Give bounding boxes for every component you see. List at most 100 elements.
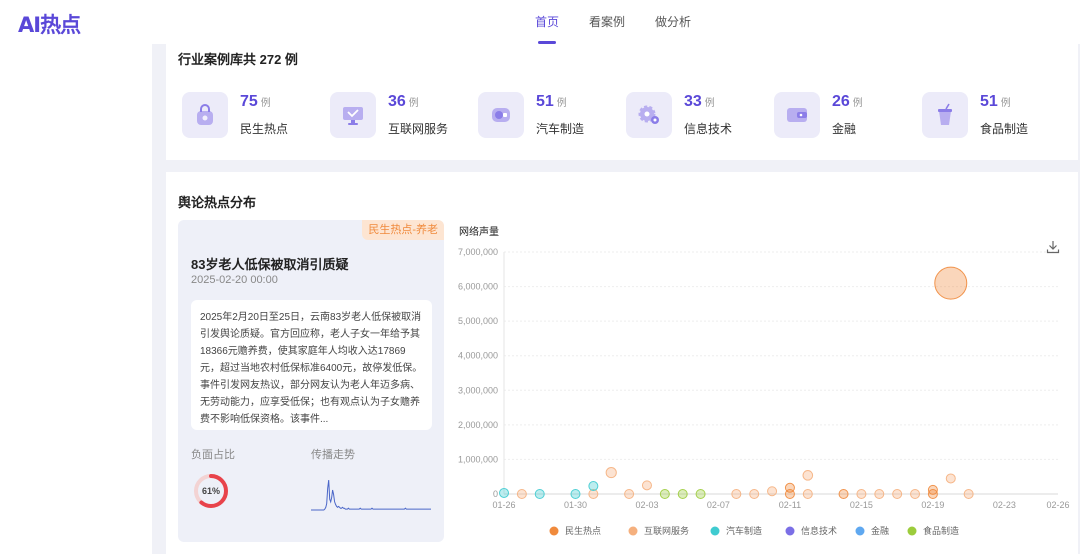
- data-point: [731, 489, 742, 499]
- industry-unit: 例: [260, 98, 271, 109]
- nav-cases[interactable]: 看案例: [574, 0, 640, 44]
- industry-name: 互联网服务: [388, 122, 449, 136]
- event-title: 83岁老人低保被取消引质疑: [191, 257, 349, 272]
- y-tick-label: 6,000,000: [458, 282, 498, 292]
- y-axis-label: 网络声量: [459, 227, 499, 238]
- top-bar: AI热点 首页 看案例 做分析: [0, 0, 1080, 44]
- monitor-icon: [330, 92, 376, 138]
- x-tick-label: 01-26: [492, 500, 515, 510]
- legend-label: 金融: [871, 525, 889, 536]
- data-point: [874, 489, 885, 499]
- data-point: [641, 480, 652, 491]
- y-tick-label: 0: [493, 489, 498, 499]
- x-tick-label: 02-07: [707, 500, 730, 510]
- industry-list: 75例 民生热点 36例 互联网服务 51例 汽车制造 33例 信息技术: [182, 92, 1072, 142]
- data-point: [534, 489, 545, 499]
- legend-marker: [855, 526, 865, 536]
- data-point: [910, 489, 921, 499]
- x-tick-label: 02-26: [1046, 500, 1069, 510]
- category-tag: 民生热点-养老: [362, 220, 444, 240]
- legend-marker: [710, 526, 720, 536]
- industry-name: 食品制造: [980, 122, 1029, 136]
- industry-count: 75: [240, 93, 258, 110]
- data-point: [802, 470, 814, 481]
- industry-name: 金融: [832, 122, 857, 136]
- industry-item-internet[interactable]: 36 例 互联网服务: [330, 92, 470, 142]
- data-point: [963, 489, 974, 499]
- y-tick-label: 1,000,000: [458, 454, 498, 464]
- data-point: [659, 489, 670, 499]
- y-tick-label: 2,000,000: [458, 420, 498, 430]
- data-point: [945, 473, 956, 484]
- y-tick-label: 7,000,000: [458, 247, 498, 257]
- legend-label: 互联网服务: [644, 525, 689, 536]
- x-tick-label: 02-11: [779, 500, 801, 510]
- x-tick-label: 02-15: [850, 500, 873, 510]
- legend-label: 信息技术: [801, 525, 837, 536]
- data-point: [624, 489, 635, 499]
- data-point: [677, 489, 688, 499]
- data-point: [838, 489, 849, 499]
- industry-count: 51: [980, 93, 998, 110]
- data-point: [499, 487, 509, 498]
- industry-item-it[interactable]: 33 例 信息技术: [626, 92, 766, 142]
- data-point: [767, 486, 778, 497]
- industry-count: 26: [832, 93, 850, 110]
- download-icon[interactable]: [1046, 240, 1060, 254]
- case-library-card: 行业案例库共 272 例 75 例 民生热点 36 例 互联网服务 51 例 汽车制造: [166, 44, 1078, 160]
- drink-icon: [922, 92, 968, 138]
- shopping-bag-icon: [182, 92, 228, 138]
- data-point: [892, 489, 903, 499]
- legend-marker: [549, 526, 559, 536]
- industry-count: 51: [536, 93, 554, 110]
- event-detail-card[interactable]: 民生热点-养老 83岁老人低保被取消引质疑 2025-02-20 00:00 2…: [178, 220, 444, 542]
- event-description: 2025年2月20日至25日，云南83岁老人低保被取消引发舆论质疑。官方回应称，…: [191, 300, 432, 430]
- x-tick-label: 02-19: [921, 500, 944, 510]
- app-logo[interactable]: AI热点: [18, 9, 81, 39]
- industry-unit: 例: [1000, 98, 1011, 109]
- industry-count: 36: [388, 93, 406, 110]
- case-library-title: 行业案例库共 272 例: [178, 52, 298, 67]
- industry-item-finance[interactable]: 26 例 金融: [774, 92, 914, 142]
- industry-unit: 例: [408, 98, 419, 109]
- nav-home[interactable]: 首页: [520, 0, 574, 44]
- negative-ratio-value: 61%: [201, 486, 220, 496]
- nav-analysis[interactable]: 做分析: [640, 0, 706, 44]
- data-point: [695, 489, 706, 499]
- data-point: [588, 481, 599, 492]
- legend-label: 食品制造: [923, 525, 959, 536]
- legend-marker: [785, 526, 795, 536]
- industry-unit: 例: [852, 98, 863, 109]
- industry-name: 民生热点: [240, 122, 289, 136]
- data-point: [927, 484, 938, 495]
- car-icon: [478, 92, 524, 138]
- trend-line: [311, 479, 431, 511]
- distribution-title: 舆论热点分布: [178, 195, 257, 210]
- trend-label: 传播走势: [311, 449, 355, 461]
- industry-name: 信息技术: [684, 122, 733, 136]
- sidebar: [0, 44, 152, 554]
- data-point: [784, 482, 795, 493]
- x-tick-label: 02-03: [635, 500, 658, 510]
- industry-item-food[interactable]: 51 例 食品制造: [922, 92, 1062, 142]
- data-point: [605, 466, 617, 479]
- industry-count: 33: [684, 93, 702, 110]
- bubble-chart-svg: 0 1,000,000 2,000,000 3,000,000 4,000,000 5,0…: [458, 247, 1070, 536]
- data-point: [856, 489, 867, 499]
- wallet-icon: [774, 92, 820, 138]
- x-tick-label: 01-30: [564, 500, 587, 510]
- hotspot-distribution-card: 舆论热点分布 民生热点-养老 83岁老人低保被取消引质疑 2025-02-20 …: [166, 172, 1078, 554]
- event-date: 2025-02-20 00:00: [191, 274, 278, 286]
- legend-marker: [907, 526, 917, 536]
- legend-label: 汽车制造: [726, 525, 762, 536]
- negative-ratio-label: 负面占比: [191, 449, 235, 461]
- bubble-chart: 0 1,000,000 2,000,000 3,000,000 4,000,000 5,0…: [456, 220, 1076, 550]
- industry-unit: 例: [704, 98, 715, 109]
- y-tick-label: 3,000,000: [458, 385, 498, 395]
- industry-item-livelihood[interactable]: 75 例 民生热点: [182, 92, 322, 142]
- industry-item-auto[interactable]: 51 例 汽车制造: [478, 92, 618, 142]
- data-point: [934, 266, 968, 300]
- trend-sparkline: [311, 479, 431, 511]
- y-tick-label: 5,000,000: [458, 316, 498, 326]
- x-tick-label: 02-23: [993, 500, 1016, 510]
